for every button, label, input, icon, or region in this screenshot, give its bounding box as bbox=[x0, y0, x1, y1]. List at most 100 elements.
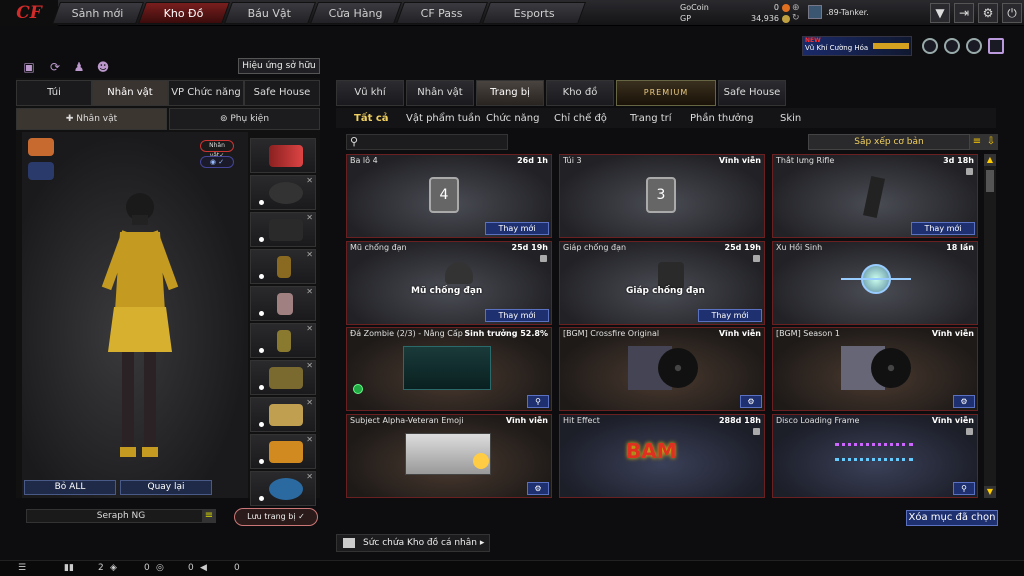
filter-decor[interactable]: Trang trí bbox=[630, 113, 672, 124]
tab-safe-house[interactable]: Safe House bbox=[244, 80, 320, 106]
slot-mask[interactable]: ✕ bbox=[250, 212, 316, 247]
item-card[interactable]: Mũ chống đạn 25d 19h Mũ chống đạn Thay m… bbox=[346, 241, 552, 325]
remove-icon[interactable]: ✕ bbox=[306, 435, 313, 444]
nav-inventory[interactable]: Kho Đồ bbox=[137, 2, 231, 24]
rotate-icon[interactable]: ⟳ bbox=[48, 60, 62, 74]
tab-equipment[interactable]: Trang bị bbox=[476, 80, 544, 106]
gear-icon[interactable]: ⚙ bbox=[978, 3, 998, 23]
view-toggle[interactable]: ◉ ✓ bbox=[200, 156, 234, 168]
scroll-thumb[interactable] bbox=[986, 170, 994, 192]
nav-treasure[interactable]: Báu Vật bbox=[223, 2, 317, 24]
tab-bag[interactable]: Túi bbox=[16, 80, 92, 106]
save-loadout-button[interactable]: Lưu trang bị ✓ bbox=[234, 508, 318, 526]
refresh-icon[interactable]: ↻ bbox=[792, 13, 800, 23]
renew-button[interactable]: Thay mới bbox=[911, 222, 975, 235]
filter-all[interactable]: Tất cả bbox=[354, 113, 389, 124]
item-card[interactable]: [BGM] Crossfire Original Vĩnh viễn ⚙ bbox=[559, 327, 765, 411]
pet-icon[interactable]: ☻ bbox=[96, 60, 110, 74]
tab-characters[interactable]: Nhân vật bbox=[406, 80, 474, 106]
slot-radio[interactable]: ✕ bbox=[250, 249, 316, 284]
class-icon[interactable] bbox=[28, 138, 54, 156]
friends-icon[interactable]: ▮▮ bbox=[64, 563, 74, 573]
item-card[interactable]: Hit Effect 288d 18h BAM bbox=[559, 414, 765, 498]
remove-icon[interactable]: ✕ bbox=[306, 213, 313, 222]
search-item-button[interactable]: ⚲ bbox=[953, 482, 975, 495]
event-icon-3[interactable] bbox=[966, 38, 982, 54]
tab-weapons[interactable]: Vũ khí bbox=[336, 80, 404, 106]
item-card[interactable]: Disco Loading Frame Vĩnh viễn ⚲ bbox=[772, 414, 978, 498]
event-icon-2[interactable] bbox=[944, 38, 960, 54]
menu-icon[interactable]: ≡ bbox=[202, 509, 216, 523]
team-mode-icon[interactable] bbox=[28, 162, 54, 180]
filter-mode[interactable]: Chỉ chế độ bbox=[554, 113, 607, 124]
tab-storage[interactable]: Kho đồ bbox=[546, 80, 614, 106]
tab-character[interactable]: Nhân vật bbox=[92, 80, 168, 106]
search-item-button[interactable]: ⚲ bbox=[527, 395, 549, 408]
power-icon[interactable]: ⏻ bbox=[1002, 3, 1022, 23]
remove-icon[interactable]: ✕ bbox=[306, 176, 313, 185]
search-input[interactable]: ⚲ bbox=[346, 134, 508, 150]
nav-lobby[interactable]: Sảnh mới bbox=[51, 2, 145, 24]
clear-all-button[interactable]: Bỏ ALL bbox=[24, 480, 116, 495]
badge-icon[interactable]: ▼ bbox=[930, 3, 950, 23]
promo-banner[interactable]: NEW Vũ Khí Cường Hóa bbox=[802, 36, 912, 56]
slot-pouch[interactable]: ✕ bbox=[250, 360, 316, 395]
character-preview[interactable] bbox=[22, 132, 248, 498]
tab-safe-house-right[interactable]: Safe House bbox=[718, 80, 786, 106]
nav-esports[interactable]: Esports bbox=[481, 2, 587, 24]
remove-icon[interactable]: ✕ bbox=[306, 250, 313, 259]
speaker-icon[interactable]: ◀ bbox=[200, 563, 207, 573]
owned-effects-button[interactable]: Hiệu ứng sở hữu bbox=[238, 58, 320, 74]
tab-premium[interactable]: PREMIUM bbox=[616, 80, 716, 106]
item-card[interactable]: Giáp chống đạn 25d 19h Giáp chống đạn Th… bbox=[559, 241, 765, 325]
team-icon[interactable]: ♟ bbox=[72, 60, 86, 74]
item-card[interactable]: Túi 3 Vĩnh viễn 3 bbox=[559, 154, 765, 238]
filter-reward[interactable]: Phần thưởng bbox=[690, 113, 753, 124]
clear-selected-button[interactable]: Xóa mục đã chọn bbox=[906, 510, 998, 526]
item-card[interactable]: Subject Alpha-Veteran Emoji Vĩnh viễn ⚙ bbox=[346, 414, 552, 498]
item-card[interactable]: Đá Zombie (2/3) - Nâng Cấp Sinh trưởng 5… bbox=[346, 327, 552, 411]
tab-functional[interactable]: VP Chức năng bbox=[168, 80, 244, 106]
subtab-character[interactable]: ✚ Nhân vật bbox=[16, 108, 167, 130]
back-button[interactable]: Quay lại bbox=[120, 480, 212, 495]
filter-weekly[interactable]: Vật phẩm tuần bbox=[406, 113, 481, 124]
character-badge[interactable]: Nhân vật✓ bbox=[200, 140, 234, 159]
settings-button[interactable]: ⚙ bbox=[740, 395, 762, 408]
slot-weapon[interactable] bbox=[250, 138, 316, 173]
item-card[interactable]: Thắt lưng Rifle 3d 18h Thay mới bbox=[772, 154, 978, 238]
scroll-up-icon[interactable]: ▲ bbox=[984, 154, 996, 166]
add-coin-icon[interactable]: ⊕ bbox=[792, 3, 800, 13]
chat-icon[interactable]: ◎ bbox=[156, 563, 164, 573]
sort-dropdown[interactable]: Sắp xếp cơ bản bbox=[808, 134, 970, 150]
renew-button[interactable]: Thay mới bbox=[485, 222, 549, 235]
nav-cf-pass[interactable]: CF Pass bbox=[395, 2, 489, 24]
slot-doll[interactable]: ✕ bbox=[250, 286, 316, 321]
filter-skin[interactable]: Skin bbox=[780, 113, 801, 124]
list-icon[interactable]: ≡ bbox=[970, 134, 984, 150]
nav-shop[interactable]: Cửa Hàng bbox=[309, 2, 403, 24]
slot-charm[interactable]: ✕ bbox=[250, 397, 316, 432]
sort-order-icon[interactable]: ⇩ bbox=[984, 134, 998, 150]
exit-icon[interactable]: ⇥ bbox=[954, 3, 974, 23]
slot-bracelet[interactable]: ✕ bbox=[250, 471, 316, 506]
remove-icon[interactable]: ✕ bbox=[306, 324, 313, 333]
scroll-down-icon[interactable]: ▼ bbox=[984, 486, 996, 498]
scrollbar[interactable]: ▲ ▼ bbox=[984, 154, 996, 498]
event-icon-4[interactable] bbox=[988, 38, 1004, 54]
filter-function[interactable]: Chức năng bbox=[486, 113, 540, 124]
cf-logo[interactable]: CF bbox=[0, 0, 58, 26]
remove-icon[interactable]: ✕ bbox=[306, 287, 313, 296]
settings-button[interactable]: ⚙ bbox=[527, 482, 549, 495]
remove-icon[interactable]: ✕ bbox=[306, 361, 313, 370]
shield-icon[interactable]: ◈ bbox=[110, 563, 117, 573]
slot-grenade[interactable]: ✕ bbox=[250, 323, 316, 358]
subtab-accessories[interactable]: ⊚ Phụ kiện bbox=[169, 108, 320, 130]
gift-icon[interactable]: ▣ bbox=[22, 60, 36, 74]
storage-capacity-button[interactable]: Sức chứa Kho đồ cá nhân ▸ bbox=[336, 534, 490, 552]
renew-button[interactable]: Thay mới bbox=[485, 309, 549, 322]
item-card[interactable]: Xu Hồi Sinh 18 lần bbox=[772, 241, 978, 325]
user-info[interactable]: .89-Tanker. bbox=[808, 5, 869, 19]
item-card[interactable]: Ba lô 4 26d 1h 4 Thay mới bbox=[346, 154, 552, 238]
item-card[interactable]: [BGM] Season 1 Vĩnh viễn ⚙ bbox=[772, 327, 978, 411]
settings-button[interactable]: ⚙ bbox=[953, 395, 975, 408]
